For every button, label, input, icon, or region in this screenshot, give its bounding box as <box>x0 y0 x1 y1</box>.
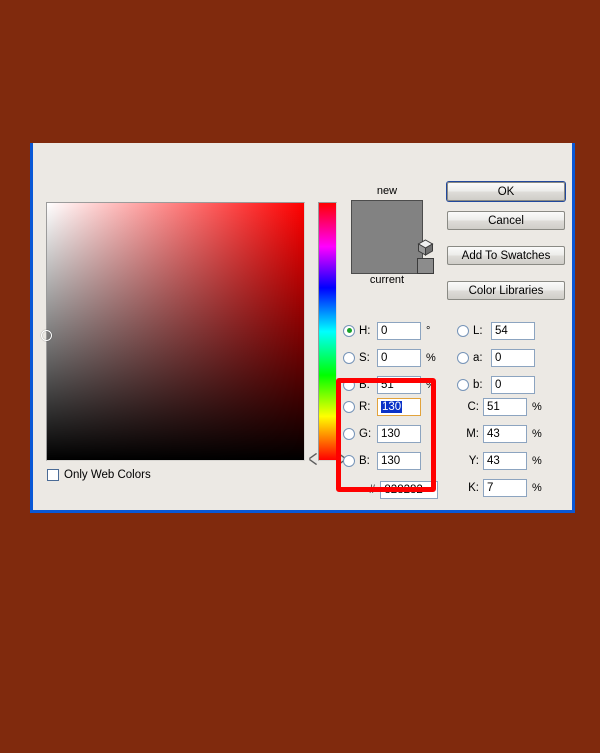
label-k: K: <box>463 482 479 494</box>
input-a[interactable]: 0 <box>491 349 535 367</box>
field-row-y[interactable]: Y: 43 % <box>463 451 542 470</box>
unit-c: % <box>532 401 542 413</box>
input-r[interactable]: 130 <box>377 398 421 416</box>
unit-b-brightness: % <box>426 379 436 391</box>
web-safe-warning[interactable] <box>417 239 437 274</box>
label-b-lab: b: <box>473 379 491 391</box>
hex-input[interactable]: 828282 <box>380 481 438 499</box>
field-row-c[interactable]: C: 51 % <box>463 397 542 416</box>
color-libraries-button[interactable]: Color Libraries <box>447 281 565 300</box>
unit-k: % <box>532 482 542 494</box>
radio-b-brightness[interactable] <box>343 379 355 391</box>
field-row-l[interactable]: L: 54 <box>457 321 535 340</box>
input-k[interactable]: 7 <box>483 479 527 497</box>
new-color-swatch[interactable] <box>352 201 422 237</box>
sb-gradient[interactable] <box>47 203 304 460</box>
color-preview: new current <box>346 185 428 287</box>
radio-a[interactable] <box>457 352 469 364</box>
label-a: a: <box>473 352 491 364</box>
label-h: H: <box>359 325 377 337</box>
only-web-colors-label: Only Web Colors <box>64 469 151 481</box>
label-r: R: <box>359 401 377 413</box>
label-g: G: <box>359 428 377 440</box>
input-b-lab[interactable]: 0 <box>491 376 535 394</box>
input-r-value: 130 <box>381 401 402 413</box>
label-b-brightness: B: <box>359 379 377 391</box>
radio-g[interactable] <box>343 428 355 440</box>
label-l: L: <box>473 325 491 337</box>
only-web-colors-box[interactable] <box>47 469 59 481</box>
sb-selection-marker[interactable] <box>41 330 52 341</box>
field-row-m[interactable]: M: 43 % <box>463 424 542 443</box>
hue-slider[interactable] <box>318 202 337 461</box>
label-b-blue: B: <box>359 455 377 467</box>
hue-marker-left-icon[interactable] <box>310 454 317 464</box>
add-to-swatches-button[interactable]: Add To Swatches <box>447 246 565 265</box>
field-row-r[interactable]: R: 130 <box>343 397 426 416</box>
color-preview-block[interactable] <box>351 200 423 274</box>
field-row-k[interactable]: K: 7 % <box>463 478 542 497</box>
input-y[interactable]: 43 <box>483 452 527 470</box>
input-c[interactable]: 51 <box>483 398 527 416</box>
radio-s[interactable] <box>343 352 355 364</box>
label-s: S: <box>359 352 377 364</box>
cancel-button[interactable]: Cancel <box>447 211 565 230</box>
web-safe-color-swatch[interactable] <box>417 258 434 274</box>
radio-b-lab[interactable] <box>457 379 469 391</box>
saturation-brightness-field[interactable] <box>46 202 305 461</box>
input-l[interactable]: 54 <box>491 322 535 340</box>
radio-h[interactable] <box>343 325 355 337</box>
input-b-blue[interactable]: 130 <box>377 452 421 470</box>
field-row-a[interactable]: a: 0 <box>457 348 535 367</box>
field-row-g[interactable]: G: 130 <box>343 424 426 443</box>
input-m[interactable]: 43 <box>483 425 527 443</box>
ok-button[interactable]: OK <box>447 182 565 201</box>
only-web-colors-checkbox[interactable]: Only Web Colors <box>47 469 151 481</box>
web-safe-cube-icon[interactable] <box>417 239 434 256</box>
input-h[interactable]: 0 <box>377 322 421 340</box>
input-s[interactable]: 0 <box>377 349 421 367</box>
current-color-label: current <box>346 274 428 287</box>
field-row-b-blue[interactable]: B: 130 <box>343 451 426 470</box>
color-picker-dialog: Only Web Colors new current H: 0 ° <box>30 143 575 513</box>
hue-gradient[interactable] <box>319 203 336 460</box>
unit-y: % <box>532 455 542 467</box>
current-color-swatch[interactable] <box>352 237 422 273</box>
hex-symbol: # <box>369 484 375 496</box>
hex-field-row[interactable]: # 828282 <box>369 481 438 499</box>
unit-h: ° <box>426 325 430 337</box>
field-row-b-brightness[interactable]: B: 51 % <box>343 375 436 394</box>
input-g[interactable]: 130 <box>377 425 421 443</box>
unit-m: % <box>532 428 542 440</box>
field-row-s[interactable]: S: 0 % <box>343 348 436 367</box>
field-row-h[interactable]: H: 0 ° <box>343 321 430 340</box>
radio-r[interactable] <box>343 401 355 413</box>
new-color-label: new <box>346 185 428 198</box>
label-c: C: <box>463 401 479 413</box>
field-row-b-lab[interactable]: b: 0 <box>457 375 535 394</box>
radio-b-blue[interactable] <box>343 455 355 467</box>
label-y: Y: <box>463 455 479 467</box>
label-m: M: <box>463 428 479 440</box>
radio-l[interactable] <box>457 325 469 337</box>
input-b-brightness[interactable]: 51 <box>377 376 421 394</box>
unit-s: % <box>426 352 436 364</box>
